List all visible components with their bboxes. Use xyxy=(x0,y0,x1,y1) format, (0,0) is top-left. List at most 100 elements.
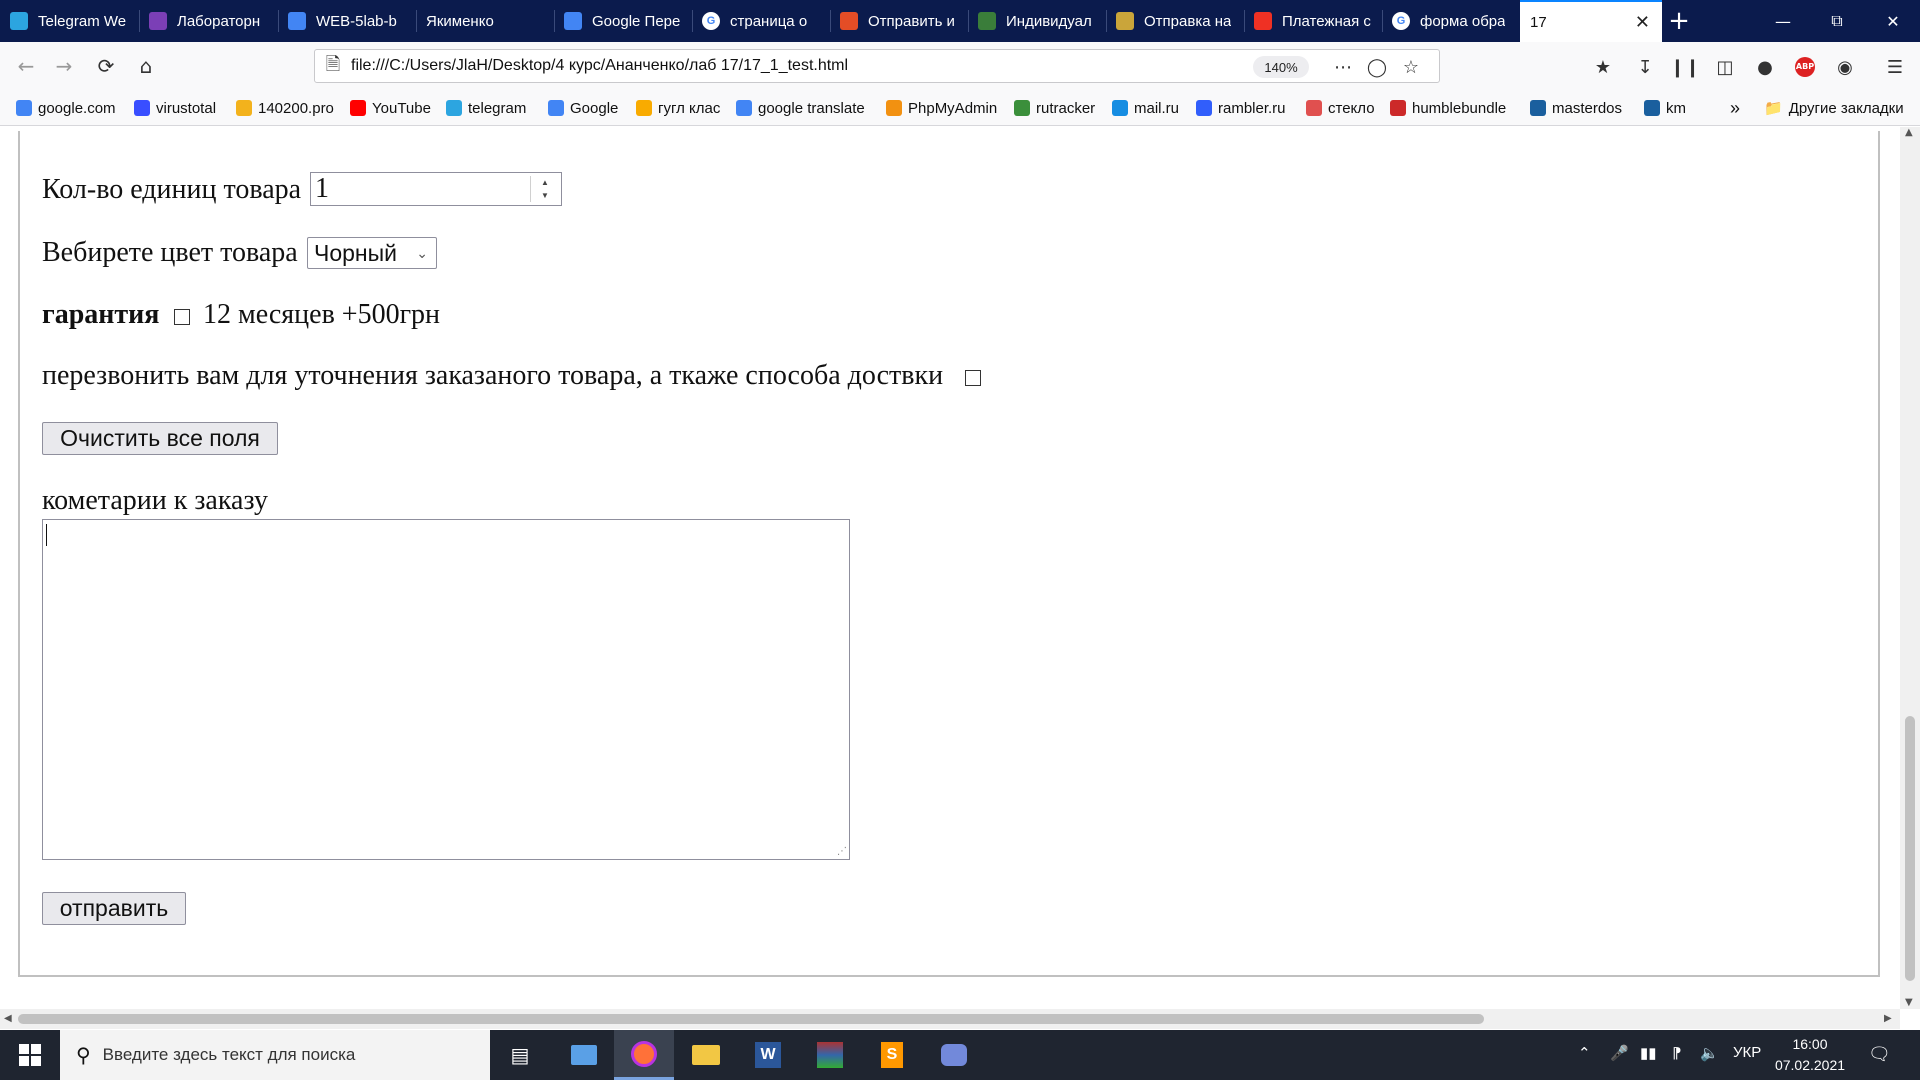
resize-grip-icon[interactable]: ⋰ xyxy=(837,846,847,857)
chevron-up-icon[interactable]: ⌃ xyxy=(1578,1044,1591,1062)
file-explorer-icon[interactable] xyxy=(676,1030,736,1080)
pocket-icon[interactable]: ◯ xyxy=(1365,55,1389,79)
browser-tab[interactable]: 17 ✕ xyxy=(1520,0,1662,42)
language-indicator[interactable]: УКР xyxy=(1733,1044,1761,1061)
other-bookmarks[interactable]: 📁 Другие закладки xyxy=(1764,97,1904,119)
scroll-right-icon[interactable]: ▶ xyxy=(1884,1013,1892,1024)
horizontal-scroll-thumb[interactable] xyxy=(18,1014,1484,1024)
bookmark-label: google translate xyxy=(758,99,865,117)
browser-tab[interactable]: Telegram We xyxy=(0,0,138,42)
bookmark-item[interactable]: virustotal xyxy=(134,97,216,119)
zoom-indicator[interactable]: 140% xyxy=(1253,56,1309,78)
tab-separator xyxy=(968,10,969,32)
task-view-icon[interactable]: ▤ xyxy=(490,1030,550,1080)
browser-tab[interactable]: Якименко xyxy=(416,0,553,42)
news-app-icon[interactable] xyxy=(554,1030,614,1080)
bookmark-star-icon[interactable]: ☆ xyxy=(1399,55,1423,79)
tab-title: WEB-5lab-b xyxy=(316,12,397,30)
quantity-input[interactable]: 1 ▲ ▼ xyxy=(310,172,562,206)
reset-button[interactable]: Очистить все поля xyxy=(42,422,278,455)
scroll-down-icon[interactable]: ▼ xyxy=(1905,997,1913,1008)
forward-icon[interactable]: → xyxy=(48,50,80,82)
scroll-up-icon[interactable]: ▲ xyxy=(1905,127,1913,138)
back-icon[interactable]: ← xyxy=(10,50,42,82)
bookmark-item[interactable]: km xyxy=(1644,97,1686,119)
bookmark-item[interactable]: rutracker xyxy=(1014,97,1095,119)
browser-tab[interactable]: Gформа обра xyxy=(1382,0,1519,42)
notifications-icon[interactable]: 🗨 xyxy=(1868,1044,1891,1065)
downloads-icon[interactable]: ↧ xyxy=(1632,54,1658,80)
comment-textarea[interactable]: ⋰ xyxy=(42,519,850,860)
browser-tab[interactable]: Платежная с xyxy=(1244,0,1381,42)
vertical-scroll-thumb[interactable] xyxy=(1905,716,1915,981)
minimize-button[interactable]: — xyxy=(1756,0,1810,42)
address-bar[interactable]: 🗎 file:///C:/Users/JlaH/Desktop/4 курс/А… xyxy=(314,49,1440,83)
account-icon[interactable]: ● xyxy=(1752,54,1778,80)
volume-icon[interactable]: 🔈 xyxy=(1700,1044,1719,1062)
restore-button[interactable]: ⧉ xyxy=(1810,0,1864,42)
bookmark-label: стекло xyxy=(1328,99,1375,117)
globe-icon[interactable]: ◉ xyxy=(1832,54,1858,80)
horizontal-scrollbar[interactable]: ◀ ▶ xyxy=(0,1009,1900,1029)
battery-icon[interactable]: ▮▮ xyxy=(1640,1044,1657,1062)
sidebar-icon[interactable]: ◫ xyxy=(1712,54,1738,80)
bookmark-item[interactable]: google translate xyxy=(736,97,865,119)
bookmark-item[interactable]: rambler.ru xyxy=(1196,97,1286,119)
library-icon[interactable]: ❙❙ xyxy=(1670,54,1700,80)
bookmark-item[interactable]: гугл клас xyxy=(636,97,720,119)
bookmark-item[interactable]: PhpMyAdmin xyxy=(886,97,997,119)
bookmark-item[interactable]: humblebundle xyxy=(1390,97,1506,119)
browser-tab[interactable]: Gстраница о xyxy=(692,0,829,42)
browser-tab[interactable]: Google Пере xyxy=(554,0,691,42)
adblock-icon[interactable]: ABP xyxy=(1792,54,1818,80)
windows-taskbar: ⚲ Введите здесь текст для поиска ▤ W S ⌃… xyxy=(0,1030,1920,1080)
start-button[interactable] xyxy=(0,1030,60,1080)
bookmark-item[interactable]: telegram xyxy=(446,97,526,119)
wifi-icon[interactable]: ⁋ xyxy=(1672,1044,1682,1062)
winrar-app-icon[interactable] xyxy=(800,1030,860,1080)
tab-separator xyxy=(692,10,693,32)
taskbar-clock[interactable]: 16:00 07.02.2021 xyxy=(1768,1034,1852,1076)
quantity-stepper[interactable]: ▲ ▼ xyxy=(530,176,558,202)
submit-button[interactable]: отправить xyxy=(42,892,186,925)
bookmarks-menu-icon[interactable]: ★ xyxy=(1590,54,1616,80)
classroom-icon xyxy=(636,100,652,116)
microphone-icon[interactable]: 🎤 xyxy=(1610,1044,1629,1062)
discord-app-icon[interactable] xyxy=(924,1030,984,1080)
bookmark-item[interactable]: 140200.pro xyxy=(236,97,334,119)
scroll-left-icon[interactable]: ◀ xyxy=(4,1013,12,1024)
more-bookmarks-icon[interactable]: » xyxy=(1730,97,1740,119)
word-app-icon[interactable]: W xyxy=(738,1030,798,1080)
browser-tab[interactable]: Индивидуал xyxy=(968,0,1105,42)
warranty-checkbox[interactable] xyxy=(174,309,190,325)
color-select[interactable]: Чорный ⌄ xyxy=(307,237,437,269)
sublime-text-icon[interactable]: S xyxy=(862,1030,922,1080)
firefox-app-icon[interactable] xyxy=(614,1030,674,1080)
home-icon[interactable]: ⌂ xyxy=(130,50,162,82)
browser-tab[interactable]: Отправить и xyxy=(830,0,967,42)
reload-icon[interactable]: ⟳ xyxy=(90,50,122,82)
decrement-icon[interactable]: ▼ xyxy=(531,189,559,202)
close-tab-icon[interactable]: ✕ xyxy=(1635,12,1650,33)
bookmark-item[interactable]: mail.ru xyxy=(1112,97,1179,119)
bookmark-item[interactable]: google.com xyxy=(16,97,116,119)
bookmark-item[interactable]: Google xyxy=(548,97,618,119)
bookmark-item[interactable]: masterdos xyxy=(1530,97,1622,119)
browser-tab[interactable]: WEB-5lab-b xyxy=(278,0,415,42)
new-tab-button[interactable]: + xyxy=(1662,0,1696,42)
window-close-button[interactable]: ✕ xyxy=(1866,0,1920,42)
bookmark-item[interactable]: YouTube xyxy=(350,97,431,119)
bookmark-item[interactable]: стекло xyxy=(1306,97,1375,119)
browser-tab[interactable]: Лабораторн xyxy=(139,0,277,42)
taskbar-search[interactable]: ⚲ Введите здесь текст для поиска xyxy=(60,1030,490,1080)
youtube-icon xyxy=(350,100,366,116)
warranty-option-label: 12 месяцев +500грн xyxy=(203,299,441,330)
url-text[interactable]: file:///C:/Users/JlaH/Desktop/4 курс/Ана… xyxy=(351,57,848,75)
page-actions-icon[interactable]: ⋯ xyxy=(1331,55,1355,79)
vertical-scrollbar[interactable]: ▲ ▼ xyxy=(1900,127,1920,1009)
quantity-value: 1 xyxy=(315,173,329,204)
warranty-row: гарантия xyxy=(42,299,159,331)
browser-tab[interactable]: Отправка на xyxy=(1106,0,1243,42)
menu-icon[interactable]: ☰ xyxy=(1882,54,1908,80)
callback-checkbox[interactable] xyxy=(965,370,981,386)
